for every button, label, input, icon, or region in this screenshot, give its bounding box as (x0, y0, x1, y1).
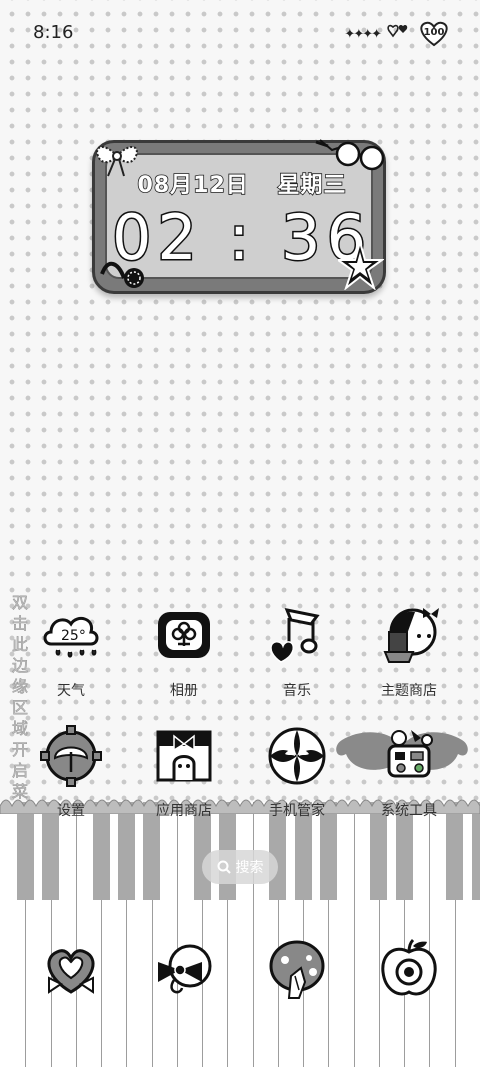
gallery-flower-icon (152, 604, 216, 668)
dock-app-3[interactable] (247, 938, 347, 1002)
status-time: 8:16 (33, 22, 74, 43)
app-label: 手机管家 (269, 803, 325, 819)
system-tools-folder-icon (377, 724, 441, 788)
app-music[interactable]: 音乐 (247, 604, 347, 700)
app-weather[interactable]: 25° 天气 (21, 604, 121, 700)
app-label: 系统工具 (381, 803, 437, 819)
apple-target-icon (377, 938, 441, 1002)
app-label: 天气 (57, 683, 85, 699)
battery-icon: 100 (418, 21, 450, 47)
status-bar: 8:16 ✦✦✦✦ 100 (0, 0, 480, 68)
status-icons: ✦✦✦✦ 100 (344, 20, 450, 48)
settings-gear-icon (39, 724, 103, 788)
star-icon (338, 240, 384, 290)
piano-black-key (471, 802, 480, 900)
signal-icon: ✦✦✦✦ (344, 26, 382, 42)
app-gallery[interactable]: 相册 (134, 604, 234, 700)
app-settings[interactable]: 设置 (21, 724, 121, 820)
app-theme-store[interactable]: 主题商店 (359, 604, 459, 700)
piano-white-key-line (429, 802, 431, 1067)
piano-white-key-line (252, 802, 254, 1067)
search-button[interactable]: 搜索 (202, 850, 278, 884)
lace-bow-icon (96, 146, 138, 177)
app-label: 应用商店 (156, 803, 212, 819)
hearts-icon (386, 22, 412, 46)
piano-white-key-line (353, 802, 355, 1067)
dock-app-2[interactable] (134, 938, 234, 1002)
phone-manager-icon (265, 724, 329, 788)
piano-white-key-line (75, 802, 77, 1067)
piano-keyboard-bg (0, 802, 480, 1067)
weather-cloud-icon: 25° (39, 604, 103, 668)
piano-white-key-line (176, 802, 178, 1067)
glasses-icon (315, 139, 385, 171)
heart-bow-icon (39, 938, 103, 1002)
folder-system-tools[interactable]: 系统工具 (359, 724, 459, 820)
app-label: 主题商店 (381, 683, 437, 699)
music-note-icon (265, 604, 329, 668)
app-app-store[interactable]: 应用商店 (134, 724, 234, 820)
app-label: 设置 (57, 803, 85, 819)
weather-temp: 25° (61, 628, 86, 644)
cookie-leaf-icon (265, 938, 329, 1002)
dock-app-1[interactable] (21, 938, 121, 1002)
dock-app-4[interactable] (359, 938, 459, 1002)
music-note-deco-icon (100, 262, 144, 288)
app-label: 相册 (170, 683, 198, 699)
app-store-house-icon (152, 724, 216, 788)
app-phone-manager[interactable]: 手机管家 (247, 724, 347, 820)
camera-bow-icon (152, 938, 216, 1002)
battery-level: 100 (423, 27, 445, 38)
theme-store-girl-icon (377, 604, 441, 668)
search-label: 搜索 (235, 860, 264, 876)
clock-date: 08月12日 (137, 172, 249, 199)
clock-weekday: 星期三 (277, 172, 347, 199)
search-icon (217, 860, 231, 874)
app-label: 音乐 (283, 683, 311, 699)
